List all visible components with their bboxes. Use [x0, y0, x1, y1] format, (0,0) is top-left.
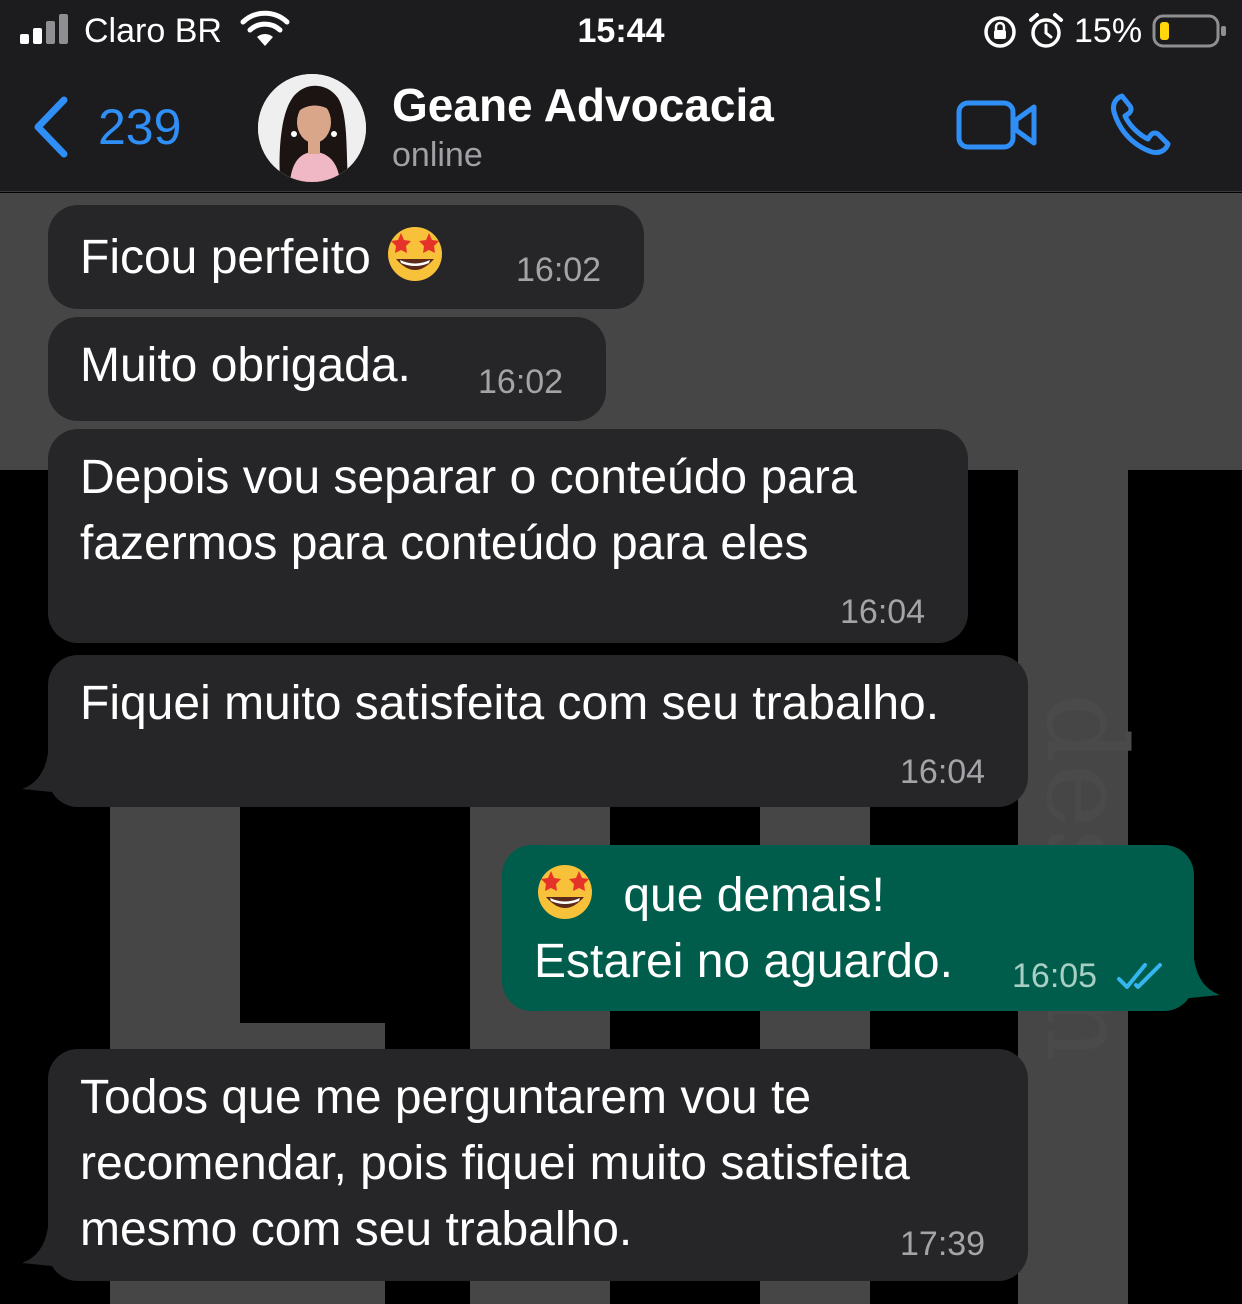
avatar-image — [258, 74, 366, 182]
message-bubble[interactable]: Todos que me perguntarem vou te recomend… — [48, 1049, 1028, 1281]
message-time: 16:05 — [1012, 957, 1098, 995]
phone-call-icon[interactable] — [1108, 92, 1172, 156]
message-time: 16:04 — [840, 593, 926, 631]
message-line: fazermos para conteúdo para eles — [80, 517, 809, 570]
unread-count: 239 — [98, 99, 182, 155]
chat-area[interactable]: design Ficou perfeito 16:02 Muito obriga… — [0, 193, 1242, 1304]
message-line: que demais! — [623, 869, 885, 922]
message-bubble[interactable]: Muito obrigada. 16:02 — [48, 317, 606, 421]
message-text: Ficou perfeito — [80, 231, 371, 284]
message-line: Depois vou separar o conteúdo para — [80, 451, 857, 504]
battery-icon — [1152, 14, 1226, 48]
message-line: Todos que me perguntarem vou te — [80, 1071, 812, 1124]
message-time: 16:02 — [478, 363, 564, 401]
status-bar: Claro BR 15:44 15% — [0, 0, 1242, 64]
avatar[interactable] — [258, 74, 366, 182]
read-receipt-icon — [1117, 963, 1162, 989]
message-bubble-outgoing[interactable]: que demais! Estarei no aguardo. 16:05 — [502, 845, 1194, 1011]
orientation-lock-icon — [984, 16, 1016, 48]
message-bubble[interactable]: Depois vou separar o conteúdo para fazer… — [48, 429, 968, 643]
message-bubble[interactable]: Fiquei muito satisfeita com seu trabalho… — [48, 655, 1028, 807]
battery-percent: 15% — [1074, 12, 1143, 50]
message-line: mesmo com seu trabalho. — [80, 1203, 633, 1256]
back-button[interactable]: 239 — [30, 94, 181, 160]
contact-status: online — [392, 136, 483, 174]
message-line: Estarei no aguardo. — [534, 935, 953, 988]
message-text: Fiquei muito satisfeita com seu trabalho… — [80, 677, 940, 730]
chat-header: 239 Geane Advocacia online — [0, 64, 1242, 192]
star-struck-emoji-icon — [388, 227, 443, 281]
alarm-icon — [1029, 13, 1063, 48]
video-call-icon[interactable] — [956, 98, 1038, 152]
message-time: 16:02 — [516, 251, 602, 289]
message-time: 17:39 — [900, 1225, 986, 1263]
contact-name[interactable]: Geane Advocacia — [392, 78, 774, 132]
star-struck-emoji-icon — [538, 865, 592, 919]
message-time: 16:04 — [900, 753, 986, 791]
message-line: recomendar, pois fiquei muito satisfeita — [80, 1137, 910, 1190]
message-bubble[interactable]: Ficou perfeito 16:02 — [48, 205, 644, 309]
message-text: Muito obrigada. — [80, 339, 411, 392]
chevron-left-icon — [34, 96, 68, 158]
